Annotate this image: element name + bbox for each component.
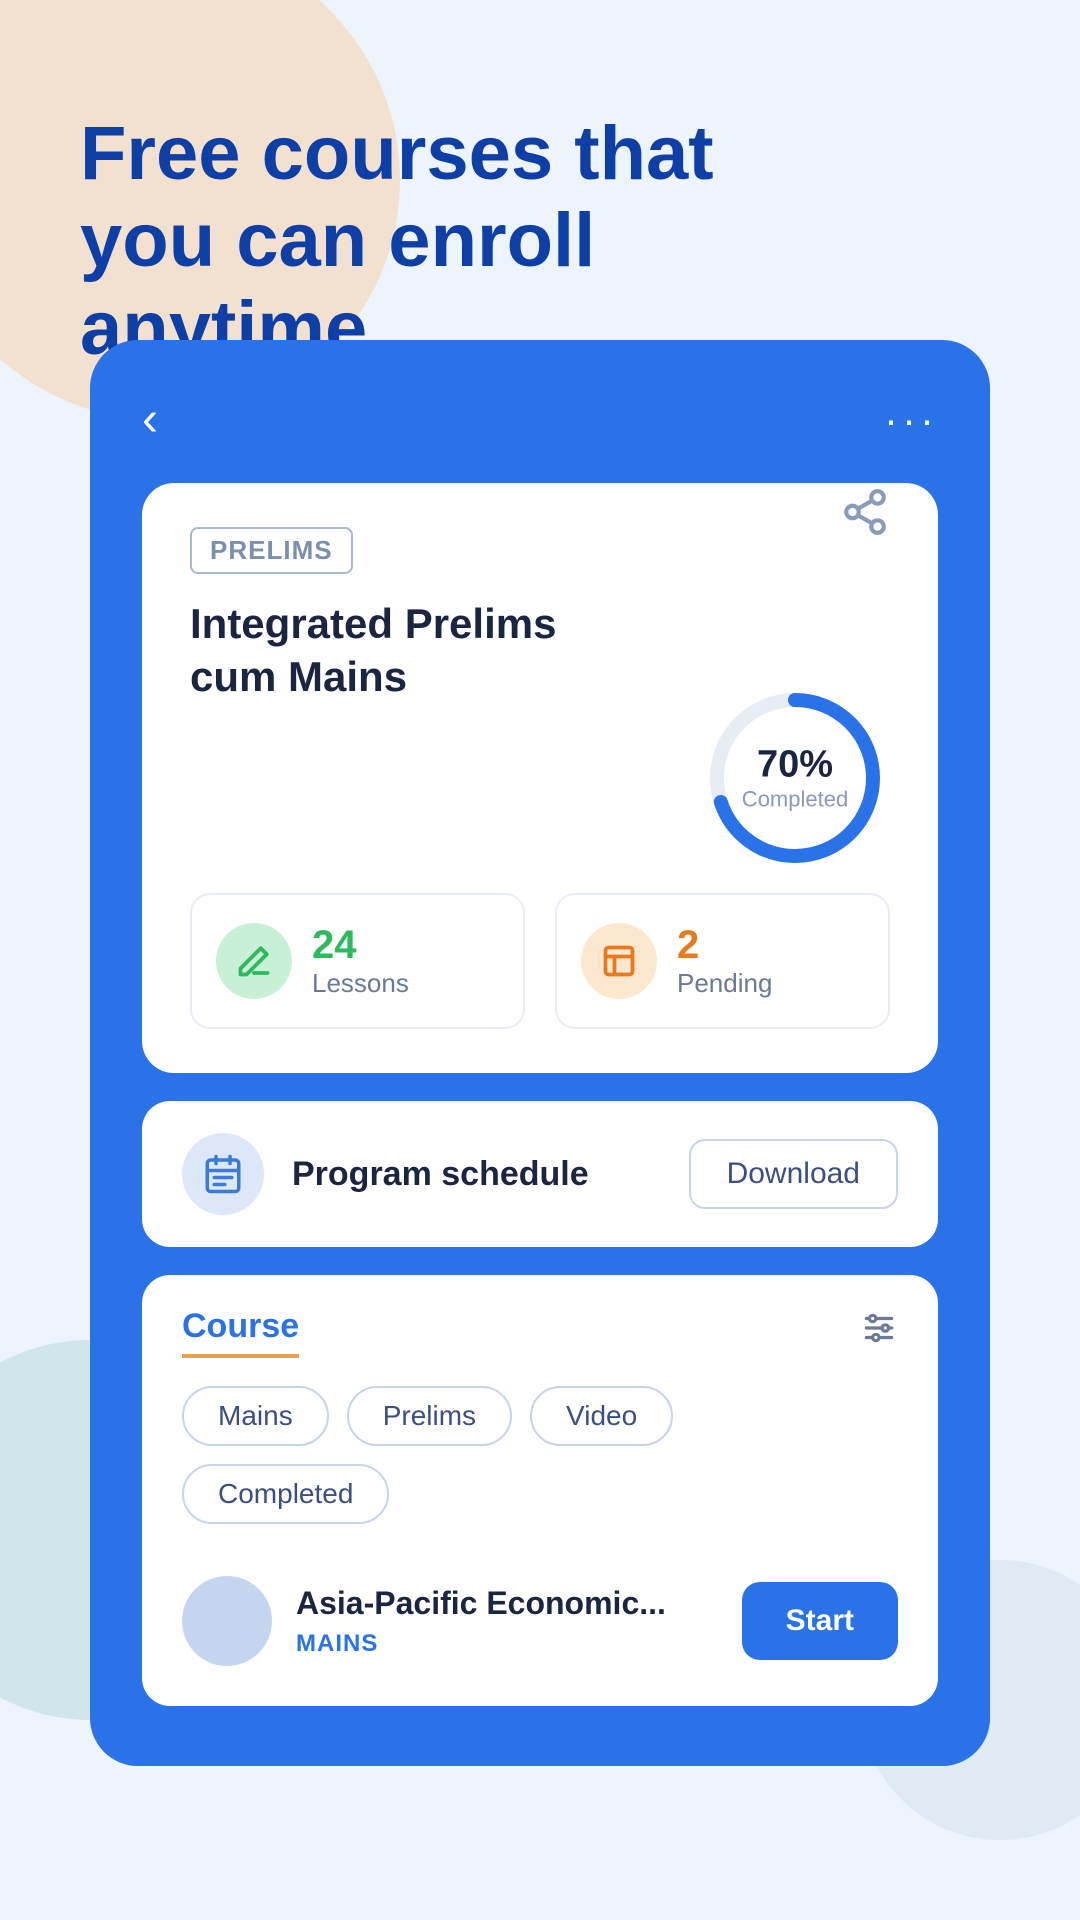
course-title: Integrated Prelims cum Mains <box>190 598 610 703</box>
course-tag: PRELIMS <box>190 527 353 574</box>
course-item-info: Asia-Pacific Economic... MAINS <box>296 1585 718 1658</box>
course-item-tag: MAINS <box>296 1630 718 1658</box>
course-item-title: Asia-Pacific Economic... <box>296 1585 718 1622</box>
lessons-stat: 24 Lessons <box>190 893 525 1029</box>
pending-icon <box>581 923 657 999</box>
chip-prelims[interactable]: Prelims <box>347 1386 512 1446</box>
stats-row: 24 Lessons 2 Pending <box>190 893 890 1029</box>
course-list-item: Asia-Pacific Economic... MAINS Start <box>182 1556 898 1666</box>
tab-course[interactable]: Course <box>182 1307 299 1358</box>
chip-video[interactable]: Video <box>530 1386 673 1446</box>
start-button[interactable]: Start <box>742 1582 898 1660</box>
phone-nav: ‹ ··· <box>142 392 938 447</box>
progress-label: Completed <box>742 787 848 813</box>
phone-card: ‹ ··· PRELIMS Integrated Prelims cum Mai… <box>90 340 990 1766</box>
chip-mains[interactable]: Mains <box>182 1386 329 1446</box>
lessons-count: 24 <box>312 923 409 968</box>
schedule-card: Program schedule Download <box>142 1101 938 1247</box>
chip-completed[interactable]: Completed <box>182 1464 389 1524</box>
course-thumbnail <box>182 1576 272 1666</box>
pending-stat: 2 Pending <box>555 893 890 1029</box>
filter-chips: Mains Prelims Video Completed <box>182 1386 898 1524</box>
course-info-card: PRELIMS Integrated Prelims cum Mains <box>142 483 938 1073</box>
tabs-header: Course <box>182 1307 898 1358</box>
pending-label: Pending <box>677 968 772 999</box>
pending-count: 2 <box>677 923 772 968</box>
lessons-label: Lessons <box>312 968 409 999</box>
schedule-label: Program schedule <box>292 1155 661 1194</box>
hero-title: Free courses that you can enroll anytime <box>80 110 780 372</box>
schedule-icon <box>182 1133 264 1215</box>
share-icon[interactable] <box>840 487 890 547</box>
more-options-button[interactable]: ··· <box>884 396 938 444</box>
progress-circle: 70% Completed <box>700 683 890 873</box>
download-button[interactable]: Download <box>689 1139 898 1209</box>
tabs-section: Course Mains Prelims Video Completed <box>142 1275 938 1706</box>
filter-icon[interactable] <box>860 1309 898 1356</box>
back-button[interactable]: ‹ <box>142 392 158 447</box>
progress-percent: 70% <box>742 744 848 787</box>
hero-section: Free courses that you can enroll anytime <box>80 110 780 372</box>
lessons-icon <box>216 923 292 999</box>
